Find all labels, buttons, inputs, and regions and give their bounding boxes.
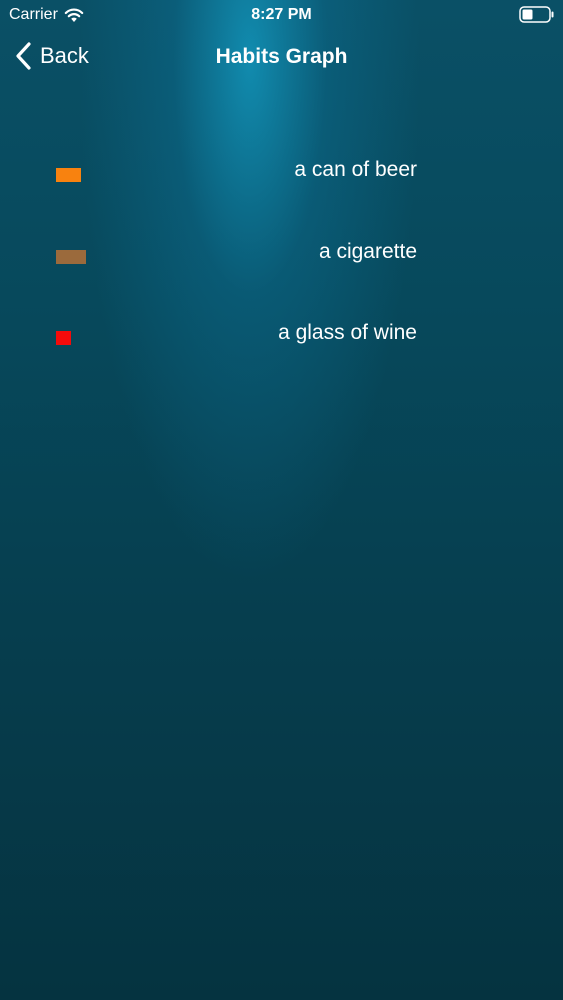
legend-item-cigarette: a cigarette [0,231,563,271]
wine-color-swatch [56,331,71,345]
page-title: Habits Graph [215,45,348,68]
status-time: 8:27 PM [251,6,312,23]
navigation-bar: Back Habits Graph [0,30,563,86]
legend-item-beer: a can of beer [0,150,563,190]
legend-label-beer: a can of beer [294,158,417,181]
status-bar: Carrier 8:27 PM [0,0,563,30]
beer-color-swatch [56,168,81,182]
legend-label-cigarette: a cigarette [318,240,417,263]
legend-label-wine: a glass of wine [278,321,417,344]
cigarette-color-swatch [56,250,86,264]
battery-icon [519,6,554,23]
legend-item-wine: a glass of wine [0,312,563,352]
